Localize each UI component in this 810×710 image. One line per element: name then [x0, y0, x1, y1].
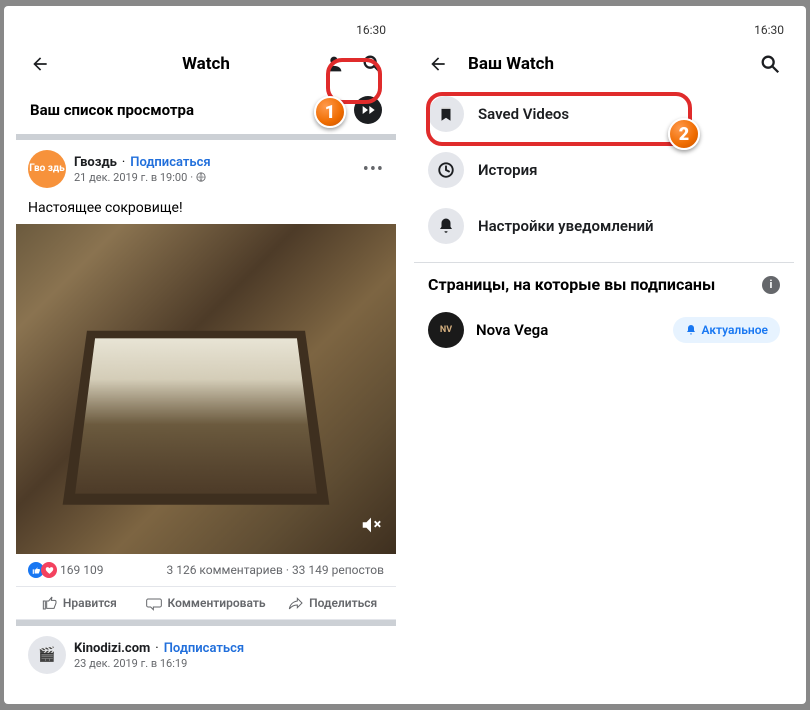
callout-1: 1 — [314, 96, 346, 128]
subscribed-page-row[interactable]: NV Nova Vega Актуальное — [414, 302, 794, 358]
back-button[interactable] — [28, 52, 52, 76]
post-author[interactable]: Гвоздь — [74, 155, 117, 170]
globe-icon — [196, 172, 206, 182]
bell-icon — [685, 324, 697, 336]
menu-history[interactable]: История — [414, 142, 794, 198]
status-time: 16:30 — [754, 23, 784, 37]
more-button[interactable]: ••• — [363, 159, 384, 180]
like-button[interactable]: Нравится — [16, 587, 143, 619]
share-button[interactable]: Поделиться — [269, 587, 396, 619]
love-reaction-icon — [41, 562, 57, 578]
mute-button[interactable] — [360, 514, 382, 540]
callout-2: 2 — [668, 118, 700, 150]
header: Ваш Watch — [414, 42, 794, 86]
next-post-author[interactable]: Kinodizi.com — [74, 641, 150, 656]
next-post-avatar[interactable]: 🎬 — [28, 636, 66, 674]
menu-label: История — [478, 161, 537, 179]
status-bar: 16:30 — [414, 18, 794, 42]
profile-button[interactable] — [322, 52, 346, 76]
info-icon[interactable]: i — [762, 276, 780, 294]
post-header: Гво здь Гвоздь · Подписаться 21 дек. 201… — [16, 140, 396, 198]
menu-saved-videos[interactable]: Saved Videos — [414, 86, 794, 142]
page-name: Nova Vega — [476, 321, 661, 339]
actions-bar: Нравится Комментировать Поделиться — [16, 586, 396, 620]
phone-right: 16:30 Ваш Watch Saved Videos История — [414, 18, 794, 692]
bell-icon — [428, 208, 464, 244]
menu-label: Настройки уведомлений — [478, 217, 654, 235]
like-count[interactable]: 169 109 — [60, 563, 103, 577]
page-title: Ваш Watch — [468, 54, 554, 74]
next-post-time: 23 дек. 2019 г. в 16:19 — [74, 657, 384, 670]
post-time: 21 дек. 2019 г. в 19:00 · — [74, 171, 355, 184]
section-title: Страницы, на которые вы подписаны — [428, 275, 762, 294]
page-avatar: NV — [428, 312, 464, 348]
search-button[interactable] — [758, 52, 782, 76]
share-count[interactable]: 33 149 репостов — [292, 563, 384, 577]
phone-left: 16:30 Watch Ваш список просмотра — [16, 18, 396, 692]
search-button[interactable] — [360, 52, 384, 76]
post-text: Настоящее сокровище! — [16, 198, 396, 224]
header: Watch — [16, 42, 396, 86]
back-button[interactable] — [426, 52, 450, 76]
stats-bar: 169 109 3 126 комментариев · 33 149 репо… — [16, 554, 396, 586]
next-post: 🎬 Kinodizi.com · Подписаться 23 дек. 201… — [16, 620, 396, 684]
status-time: 16:30 — [356, 23, 386, 37]
comment-count[interactable]: 3 126 комментариев — [167, 563, 283, 577]
status-bar: 16:30 — [16, 18, 396, 42]
page-title: Watch — [182, 54, 230, 74]
next-subscribe-link[interactable]: Подписаться — [164, 641, 244, 656]
comment-button[interactable]: Комментировать — [143, 587, 270, 619]
live-badge[interactable] — [354, 96, 382, 124]
history-icon — [428, 152, 464, 188]
actual-chip[interactable]: Актуальное — [673, 317, 780, 343]
section-header: Страницы, на которые вы подписаны i — [414, 262, 794, 302]
post-avatar[interactable]: Гво здь — [28, 150, 66, 188]
bookmark-icon — [428, 96, 464, 132]
menu-notifications[interactable]: Настройки уведомлений — [414, 198, 794, 254]
reaction-icons[interactable] — [28, 562, 54, 578]
subscribe-link[interactable]: Подписаться — [130, 155, 210, 170]
sub-header-title: Ваш список просмотра — [30, 101, 194, 119]
menu-label: Saved Videos — [478, 105, 569, 123]
video-player[interactable] — [16, 224, 396, 554]
